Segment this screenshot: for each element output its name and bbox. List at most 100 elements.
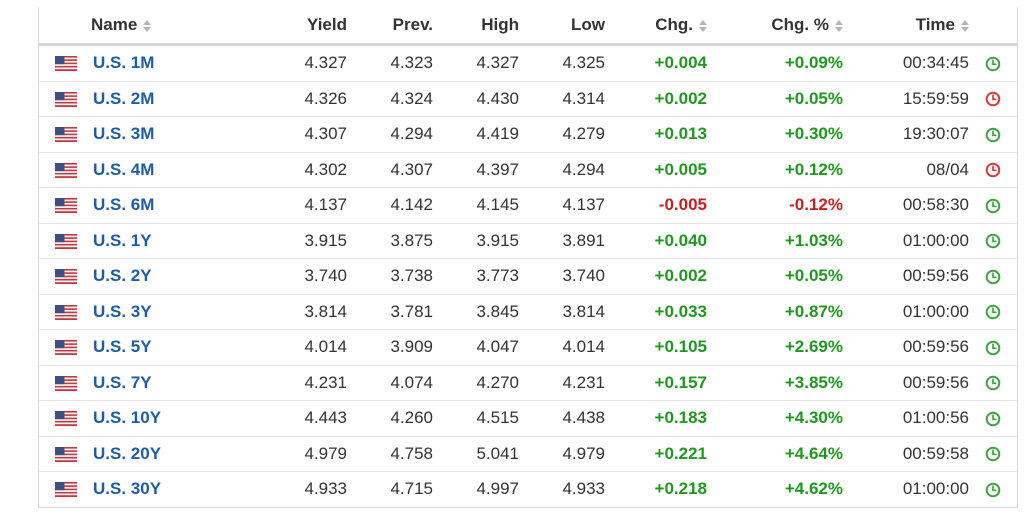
us-flag-icon bbox=[54, 481, 78, 498]
time-cell: 01:00:00 bbox=[902, 479, 969, 499]
table-row[interactable]: U.S. 3Y 3.814 3.781 3.845 3.814 +0.033 +0.87% 0… bbox=[39, 294, 1017, 330]
low-cell: 3.740 bbox=[519, 258, 605, 295]
clock-cell bbox=[969, 436, 1017, 472]
high-cell: 4.397 bbox=[433, 152, 519, 188]
bond-name-link[interactable]: U.S. 2Y bbox=[93, 266, 152, 285]
bond-name-link[interactable]: U.S. 3Y bbox=[93, 302, 152, 321]
name-cell: U.S. 1M bbox=[91, 44, 231, 82]
header-chg-pct[interactable]: Chg. % bbox=[707, 7, 843, 46]
header-name[interactable]: Name bbox=[91, 7, 231, 46]
header-yield-label: Yield bbox=[307, 15, 347, 34]
flag-cell bbox=[39, 152, 91, 188]
prev-cell: 3.909 bbox=[347, 329, 433, 366]
header-prev: Prev. bbox=[347, 7, 433, 46]
clock-cell bbox=[969, 187, 1017, 224]
yield-cell: 3.915 bbox=[231, 223, 347, 259]
flag-cell bbox=[39, 44, 91, 82]
change-percent-cell: +3.85% bbox=[707, 365, 843, 401]
table-row[interactable]: U.S. 1M 4.327 4.323 4.327 4.325 +0.004 +0.09% 0… bbox=[39, 44, 1017, 82]
flag-cell bbox=[39, 294, 91, 330]
header-low-label: Low bbox=[571, 15, 605, 34]
sort-icon[interactable] bbox=[699, 19, 707, 32]
prev-cell: 4.307 bbox=[347, 152, 433, 188]
low-cell: 4.137 bbox=[519, 187, 605, 224]
clock-cell bbox=[969, 329, 1017, 366]
clock-cell bbox=[969, 152, 1017, 188]
name-cell: U.S. 6M bbox=[91, 187, 231, 224]
bond-name-link[interactable]: U.S. 7Y bbox=[93, 373, 152, 392]
bond-name-link[interactable]: U.S. 3M bbox=[93, 124, 154, 143]
us-flag-icon bbox=[54, 197, 78, 214]
prev-cell: 4.715 bbox=[390, 479, 433, 499]
table-row[interactable]: U.S. 20Y 4.979 4.758 5.041 4.979 +0.221 +4.64%… bbox=[39, 436, 1017, 472]
high-cell: 3.915 bbox=[433, 223, 519, 259]
market-open-clock-icon bbox=[985, 375, 1001, 391]
yield-cell: 3.814 bbox=[231, 294, 347, 330]
low-cell: 4.933 bbox=[562, 479, 605, 499]
table-row[interactable]: U.S. 2M 4.326 4.324 4.430 4.314 +0.002 +0.05% 1… bbox=[39, 81, 1017, 117]
market-open-clock-icon bbox=[985, 340, 1001, 356]
us-flag-icon bbox=[54, 268, 78, 285]
table-row[interactable]: U.S. 4M 4.302 4.307 4.397 4.294 +0.005 +0.12% 0… bbox=[39, 152, 1017, 188]
change-cell: +0.105 bbox=[605, 329, 707, 366]
clock-cell bbox=[969, 44, 1017, 82]
flag-cell bbox=[39, 400, 91, 437]
table-row[interactable]: U.S. 5Y 4.014 3.909 4.047 4.014 +0.105 +2.69% 0… bbox=[39, 329, 1017, 366]
bond-name-link[interactable]: U.S. 10Y bbox=[93, 408, 161, 427]
bond-name-link[interactable]: U.S. 5Y bbox=[93, 337, 152, 356]
yield-cell: 4.014 bbox=[231, 329, 347, 366]
us-flag-icon bbox=[54, 162, 78, 179]
low-cell: 3.891 bbox=[519, 223, 605, 259]
bond-name-link[interactable]: U.S. 2M bbox=[93, 89, 154, 108]
bond-name-link[interactable]: U.S. 1M bbox=[93, 53, 154, 72]
yield-cell: 4.231 bbox=[231, 365, 347, 401]
low-cell: 4.231 bbox=[519, 365, 605, 401]
sort-icon[interactable] bbox=[143, 19, 152, 32]
header-time-label: Time bbox=[915, 15, 955, 34]
time-cell: 15:59:59 bbox=[843, 81, 969, 117]
high-cell: 4.270 bbox=[433, 365, 519, 401]
flag-cell bbox=[39, 329, 91, 366]
yield-cell: 4.137 bbox=[231, 187, 347, 224]
header-chg[interactable]: Chg. bbox=[605, 7, 707, 46]
clock-cell bbox=[969, 116, 1017, 153]
clock-cell bbox=[969, 258, 1017, 295]
market-open-clock-icon bbox=[985, 198, 1001, 214]
low-cell: 4.314 bbox=[519, 81, 605, 117]
table-row[interactable]: U.S. 3M 4.307 4.294 4.419 4.279 +0.013 +0.30% 1… bbox=[39, 116, 1017, 153]
high-cell: 4.515 bbox=[433, 400, 519, 437]
header-time[interactable]: Time bbox=[843, 7, 969, 46]
table-row[interactable]: U.S. 2Y 3.740 3.738 3.773 3.740 +0.002 +0.05% 0… bbox=[39, 258, 1017, 295]
bond-yields-table-container: Name Yield Prev. High Low Chg. Chg. % Ti… bbox=[38, 7, 1018, 508]
bond-name-link[interactable]: U.S. 4M bbox=[93, 160, 154, 179]
table-row[interactable]: U.S. 1Y 3.915 3.875 3.915 3.891 +0.040 +1.03% 0… bbox=[39, 223, 1017, 259]
sort-icon[interactable] bbox=[835, 19, 843, 32]
change-percent-cell: +0.09% bbox=[707, 44, 843, 82]
table-body: U.S. 1M 4.327 4.323 4.327 4.325 +0.004 +0.09% 0… bbox=[39, 44, 1017, 507]
change-cell: +0.013 bbox=[605, 116, 707, 153]
table-row[interactable]: U.S. 6M 4.137 4.142 4.145 4.137 -0.005 -0.12% 0… bbox=[39, 187, 1017, 224]
bond-name-link[interactable]: U.S. 20Y bbox=[93, 444, 161, 463]
table-row[interactable]: U.S. 10Y 4.443 4.260 4.515 4.438 +0.183 +4.30%… bbox=[39, 400, 1017, 437]
high-cell: 3.773 bbox=[433, 258, 519, 295]
prev-cell: 4.324 bbox=[347, 81, 433, 117]
us-flag-icon bbox=[54, 126, 78, 143]
time-cell: 00:59:58 bbox=[843, 436, 969, 472]
time-cell: 01:00:00 bbox=[843, 223, 969, 259]
clock-cell bbox=[969, 81, 1017, 117]
sort-icon[interactable] bbox=[961, 19, 969, 32]
prev-cell: 4.323 bbox=[347, 44, 433, 82]
us-flag-icon bbox=[54, 233, 78, 250]
bond-name-link[interactable]: U.S. 1Y bbox=[93, 231, 152, 250]
table-row[interactable]: U.S. 7Y 4.231 4.074 4.270 4.231 +0.157 +3.85% 0… bbox=[39, 365, 1017, 401]
market-open-clock-icon bbox=[985, 269, 1001, 285]
change-cell: +0.033 bbox=[605, 294, 707, 330]
name-cell: U.S. 10Y bbox=[91, 400, 231, 437]
change-cell: +0.002 bbox=[605, 81, 707, 117]
table-row[interactable]: U.S. 30Y 4.933 4.715 4.997 4.933 +0.218 +4.62%… bbox=[39, 472, 1017, 507]
header-low: Low bbox=[519, 7, 605, 46]
bond-name-link[interactable]: U.S. 30Y bbox=[93, 479, 161, 498]
prev-cell: 3.875 bbox=[347, 223, 433, 259]
yield-cell: 4.979 bbox=[231, 436, 347, 472]
bond-name-link[interactable]: U.S. 6M bbox=[93, 195, 154, 214]
